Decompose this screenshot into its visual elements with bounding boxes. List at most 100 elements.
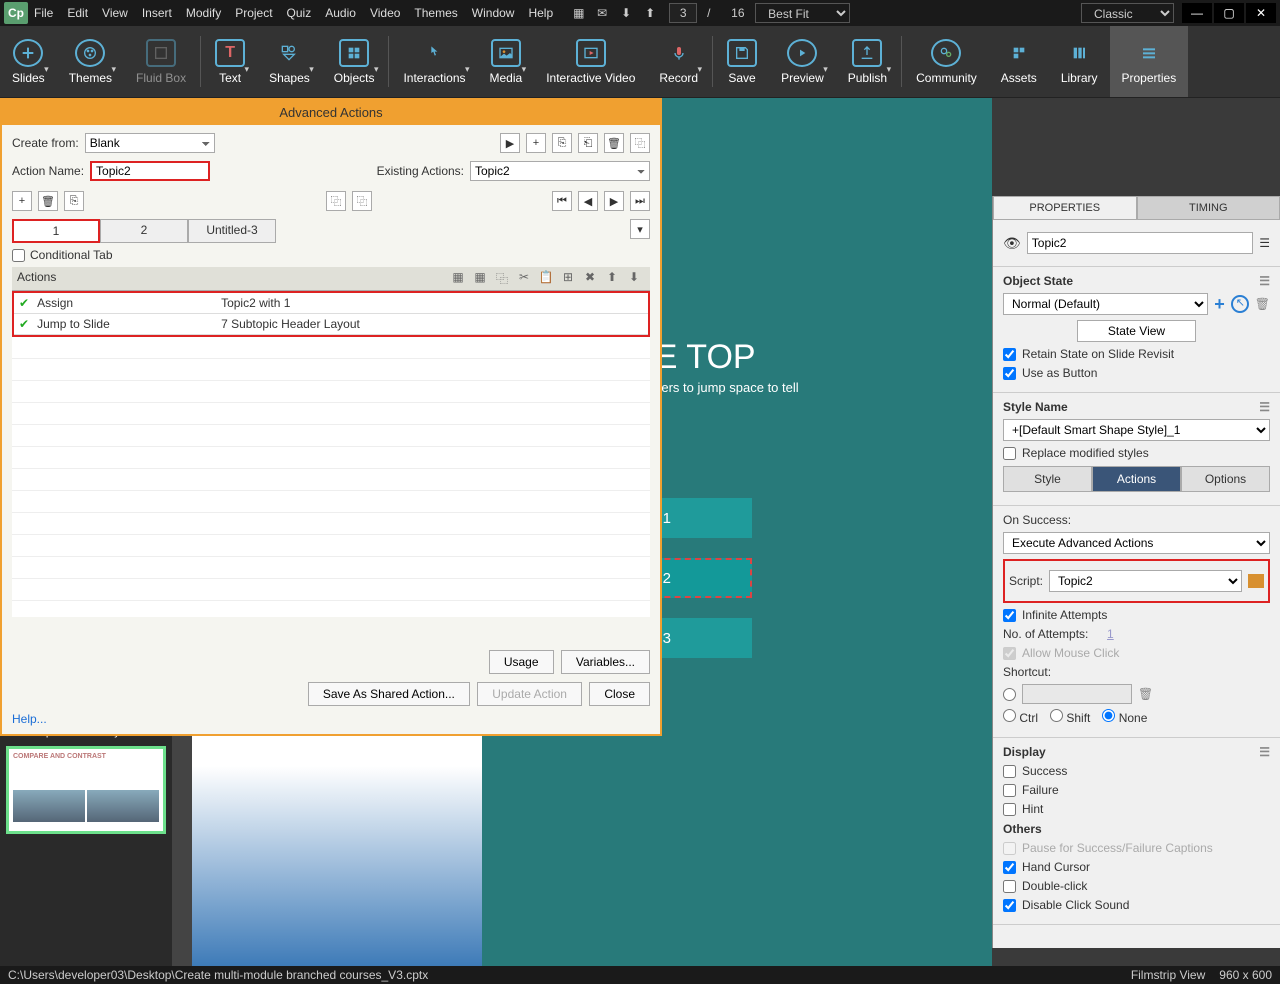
close-window-button[interactable]: ✕ <box>1246 3 1276 23</box>
menu-modify[interactable]: Modify <box>186 6 221 20</box>
seg-style[interactable]: Style <box>1003 466 1092 492</box>
minimize-button[interactable]: — <box>1182 3 1212 23</box>
table-row[interactable]: ✔ Jump to Slide 7 Subtopic Header Layout <box>14 314 648 335</box>
publish-button[interactable]: Publish <box>836 26 899 97</box>
properties-button[interactable]: Properties <box>1110 26 1189 97</box>
prev-icon[interactable]: ◀ <box>578 191 598 211</box>
double-click-checkbox[interactable] <box>1003 880 1016 893</box>
tab-timing[interactable]: TIMING <box>1137 196 1280 220</box>
duplicate-decision-icon[interactable]: ⎘ <box>64 191 84 211</box>
close-button[interactable]: Close <box>589 682 650 706</box>
menu-project[interactable]: Project <box>235 6 272 20</box>
delete-decision-icon[interactable]: 🗑 <box>38 191 58 211</box>
record-button[interactable]: Record <box>647 26 710 97</box>
objects-button[interactable]: Objects <box>322 26 387 97</box>
zoom-select[interactable]: Best Fit <box>755 3 850 23</box>
paste-row-icon[interactable]: 📋 <box>535 270 557 287</box>
menu-file[interactable]: File <box>34 6 53 20</box>
usage-button[interactable]: Usage <box>489 650 554 674</box>
interactions-button[interactable]: Interactions <box>391 26 477 97</box>
empty-grid[interactable] <box>12 337 650 617</box>
retain-state-checkbox[interactable] <box>1003 348 1016 361</box>
action-name-input[interactable] <box>90 161 210 181</box>
menu-view[interactable]: View <box>102 6 128 20</box>
folder-icon[interactable] <box>1248 574 1264 588</box>
paste-decision-icon[interactable]: ⿻ <box>352 191 372 211</box>
disable-click-sound-checkbox[interactable] <box>1003 899 1016 912</box>
export-action-icon[interactable]: ⎗ <box>578 133 598 153</box>
add-action-icon[interactable]: + <box>526 133 546 153</box>
add-state-icon[interactable]: + <box>1214 294 1225 315</box>
copy-row-icon[interactable]: ⿻ <box>491 270 513 287</box>
upload-icon[interactable]: ⬆ <box>645 6 659 20</box>
community-button[interactable]: Community <box>904 26 989 97</box>
assets-button[interactable]: Assets <box>989 26 1049 97</box>
delete-action-icon[interactable]: 🗑 <box>604 133 624 153</box>
none-radio[interactable] <box>1102 709 1115 722</box>
interactive-video-button[interactable]: Interactive Video <box>534 26 647 97</box>
menu-video[interactable]: Video <box>370 6 400 20</box>
move-down-icon[interactable]: ⬇ <box>623 270 645 287</box>
success-checkbox[interactable] <box>1003 765 1016 778</box>
menu-icon[interactable]: ☰ <box>1259 745 1270 759</box>
move-up-icon[interactable]: ⬆ <box>601 270 623 287</box>
decision-tab-2[interactable]: 2 <box>100 219 188 243</box>
menu-quiz[interactable]: Quiz <box>287 6 312 20</box>
first-icon[interactable]: ⏮ <box>552 191 572 211</box>
tab-properties[interactable]: PROPERTIES <box>993 196 1137 220</box>
decision-tab-3[interactable]: Untitled-3 <box>188 219 276 243</box>
themes-button[interactable]: Themes <box>57 26 124 97</box>
conditional-tab-checkbox[interactable] <box>12 249 25 262</box>
create-from-select[interactable]: Blank <box>85 133 215 153</box>
workspace-select[interactable]: Classic <box>1081 3 1174 23</box>
hand-cursor-checkbox[interactable] <box>1003 861 1016 874</box>
calendar-icon[interactable]: ▦ <box>573 6 587 20</box>
copy-decision-icon[interactable]: ⿻ <box>326 191 346 211</box>
failure-checkbox[interactable] <box>1003 784 1016 797</box>
tabs-dropdown-icon[interactable]: ▾ <box>630 219 650 239</box>
insert-row-icon[interactable]: ⊞ <box>557 270 579 287</box>
save-button[interactable]: Save <box>715 26 769 97</box>
onsuccess-select[interactable]: Execute Advanced Actions <box>1003 532 1270 554</box>
page-current-input[interactable] <box>669 3 697 23</box>
style-select[interactable]: +[Default Smart Shape Style]_1 <box>1003 419 1270 441</box>
variables-button[interactable]: Variables... <box>561 650 650 674</box>
visibility-icon[interactable]: 👁 <box>1003 235 1021 252</box>
object-name-input[interactable] <box>1027 232 1253 254</box>
menu-icon[interactable]: ☰ <box>1259 236 1270 250</box>
help-link[interactable]: Help... <box>12 712 47 726</box>
seg-options[interactable]: Options <box>1181 466 1270 492</box>
maximize-button[interactable]: ▢ <box>1214 3 1244 23</box>
decision-tab-1[interactable]: 1 <box>12 219 100 243</box>
view-mode[interactable]: Filmstrip View <box>1131 968 1205 982</box>
replace-styles-checkbox[interactable] <box>1003 447 1016 460</box>
mail-icon[interactable]: ✉ <box>597 6 611 20</box>
import-action-icon[interactable]: ⎘ <box>552 133 572 153</box>
delete-state-icon[interactable]: 🗑 <box>1255 297 1270 311</box>
menu-audio[interactable]: Audio <box>325 6 356 20</box>
hint-checkbox[interactable] <box>1003 803 1016 816</box>
table-row[interactable]: ✔ Assign Topic2 with 1 <box>14 293 648 314</box>
reset-state-icon[interactable] <box>1231 295 1249 313</box>
save-as-shared-button[interactable]: Save As Shared Action... <box>308 682 470 706</box>
menu-themes[interactable]: Themes <box>414 6 457 20</box>
menu-window[interactable]: Window <box>472 6 515 20</box>
ctrl-radio[interactable] <box>1003 709 1016 722</box>
menu-insert[interactable]: Insert <box>142 6 172 20</box>
menu-icon[interactable]: ☰ <box>1259 400 1270 414</box>
add-decision-icon[interactable]: + <box>12 191 32 211</box>
state-view-button[interactable]: State View <box>1077 320 1196 342</box>
download-icon[interactable]: ⬇ <box>621 6 635 20</box>
shapes-button[interactable]: Shapes <box>257 26 322 97</box>
infinite-attempts-checkbox[interactable] <box>1003 609 1016 622</box>
script-select[interactable]: Topic2 <box>1049 570 1242 592</box>
library-button[interactable]: Library <box>1049 26 1110 97</box>
cut-row-icon[interactable]: ✂ <box>513 270 535 287</box>
menu-help[interactable]: Help <box>528 6 553 20</box>
preview-button[interactable]: Preview <box>769 26 836 97</box>
next-icon[interactable]: ▶ <box>604 191 624 211</box>
menu-icon[interactable]: ☰ <box>1259 274 1270 288</box>
add-row-icon[interactable]: ▦ <box>447 270 469 287</box>
remove-row-icon[interactable]: ▦ <box>469 270 491 287</box>
shortcut-key-radio[interactable] <box>1003 688 1016 701</box>
